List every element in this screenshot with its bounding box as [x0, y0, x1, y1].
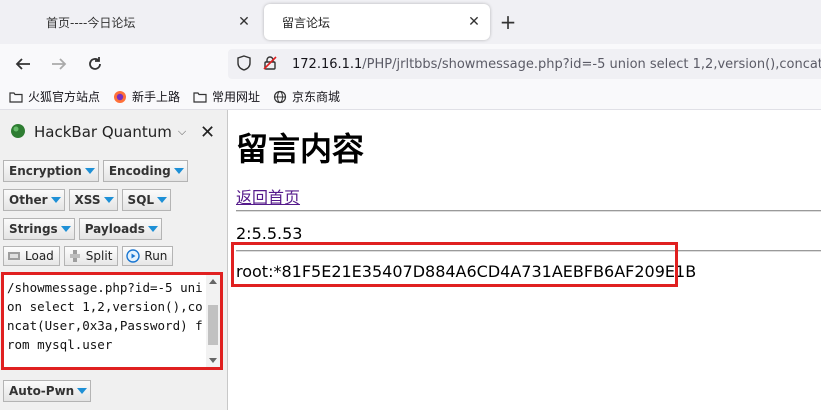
firefox-icon: [112, 89, 128, 105]
hackbar-title: HackBar Quantum: [34, 123, 172, 141]
textarea-scrollbar[interactable]: [206, 275, 220, 367]
split-button[interactable]: Split: [63, 246, 119, 266]
sql-menu[interactable]: SQL: [121, 189, 172, 211]
tab-strip: 首页----今日论坛 ✕ 留言论坛 ✕ +: [0, 0, 821, 44]
tab-home[interactable]: 首页----今日论坛 ✕: [4, 4, 260, 40]
menu-row: Auto-Pwn: [3, 380, 92, 402]
tool-row: Load Split Run: [3, 246, 174, 266]
tab-title: 首页----今日论坛: [46, 15, 136, 30]
dropdown-arrow-icon: [157, 197, 168, 203]
tab-title: 留言论坛: [282, 15, 331, 30]
menu-row: Strings Payloads: [3, 218, 162, 240]
url-host: 172.16.1.1: [292, 56, 363, 72]
result-line-version: 2:5.5.53: [236, 224, 303, 243]
tool-label: Run: [144, 249, 168, 263]
tab-message-board[interactable]: 留言论坛 ✕: [264, 4, 490, 40]
dropdown-arrow-icon: [173, 168, 184, 174]
page-content: 留言内容 返回首页 2:5.5.53 root:*81F5E21E35407D8…: [228, 110, 821, 410]
menu-label: Payloads: [84, 222, 145, 236]
run-icon: [126, 249, 141, 263]
bookmark-label: 新手上路: [132, 90, 181, 104]
auto-pwn-menu[interactable]: Auto-Pwn: [3, 380, 92, 402]
encoding-menu[interactable]: Encoding: [102, 160, 188, 182]
menu-label: XSS: [74, 193, 101, 207]
hackbar-sidebar: HackBar Quantum ⌵ ✕ Encryption Encoding …: [0, 110, 228, 410]
navigation-bar: 172.16.1.1/PHP/jrltbbs/showmessage.php?i…: [0, 44, 821, 84]
run-button[interactable]: Run: [122, 246, 174, 266]
new-tab-icon[interactable]: +: [496, 10, 520, 34]
back-home-link[interactable]: 返回首页: [236, 184, 300, 208]
close-icon[interactable]: ✕: [234, 12, 254, 32]
bookmark-item[interactable]: 火狐官方站点: [8, 88, 100, 105]
dropdown-arrow-icon: [77, 388, 88, 394]
folder-icon: [8, 89, 24, 105]
globe-icon: [272, 89, 288, 105]
dropdown-arrow-icon: [60, 226, 71, 232]
bookmark-label: 京东商城: [292, 90, 341, 104]
menu-label: Other: [9, 193, 48, 207]
encryption-menu[interactable]: Encryption: [3, 160, 99, 182]
load-button[interactable]: Load: [3, 246, 60, 266]
insecure-lock-icon[interactable]: [262, 55, 278, 74]
url-path: /PHP/jrltbbs/showmessage.php?id=-5 union…: [362, 56, 821, 72]
bookmarks-toolbar: 火狐官方站点 新手上路 常用网址 京东商城: [0, 84, 821, 110]
menu-label: Strings: [9, 222, 58, 236]
close-icon[interactable]: ✕: [464, 12, 484, 32]
menu-label: Encoding: [108, 164, 171, 178]
split-icon: [68, 249, 82, 263]
payloads-menu[interactable]: Payloads: [78, 218, 162, 240]
bookmark-item[interactable]: 新手上路: [112, 88, 180, 105]
tool-label: Load: [25, 249, 54, 263]
bookmark-item[interactable]: 常用网址: [192, 88, 260, 105]
address-bar[interactable]: 172.16.1.1/PHP/jrltbbs/showmessage.php?i…: [228, 49, 821, 79]
hackbar-logo-icon: [10, 123, 26, 142]
scrollbar-thumb[interactable]: [208, 305, 218, 345]
bookmark-label: 常用网址: [212, 90, 261, 104]
menu-row: Encryption Encoding: [3, 160, 188, 182]
xss-menu[interactable]: XSS: [68, 189, 118, 211]
menu-row: Other XSS SQL: [3, 189, 172, 211]
close-icon[interactable]: ✕: [200, 122, 215, 143]
load-icon: [7, 249, 21, 263]
shield-icon[interactable]: [236, 54, 252, 74]
highlight-box: [231, 242, 678, 287]
dropdown-arrow-icon: [103, 197, 114, 203]
divider: [236, 210, 821, 212]
forward-arrow-icon[interactable]: [46, 51, 72, 77]
scroll-down-icon[interactable]: [209, 358, 217, 363]
dropdown-arrow-icon: [147, 226, 158, 232]
back-arrow-icon[interactable]: [10, 51, 36, 77]
page-title: 留言内容: [236, 130, 365, 168]
hackbar-header[interactable]: HackBar Quantum ⌵: [0, 110, 227, 154]
strings-menu[interactable]: Strings: [3, 218, 75, 240]
tool-label: Split: [85, 249, 113, 263]
chevron-down-icon[interactable]: ⌵: [178, 125, 186, 139]
dropdown-arrow-icon: [84, 168, 95, 174]
folder-icon: [192, 89, 208, 105]
query-textarea[interactable]: /showmessage.php?id=-5 union select 1,2,…: [1, 272, 223, 370]
bookmark-label: 火狐官方站点: [28, 90, 101, 104]
menu-label: Encryption: [9, 164, 82, 178]
menu-label: Auto-Pwn: [9, 384, 75, 398]
menu-label: SQL: [127, 193, 155, 207]
scroll-up-icon[interactable]: [209, 279, 217, 284]
reload-icon[interactable]: [82, 51, 108, 77]
query-text: /showmessage.php?id=-5 union select 1,2,…: [7, 280, 203, 352]
bookmark-item[interactable]: 京东商城: [272, 88, 340, 105]
dropdown-arrow-icon: [50, 197, 61, 203]
url-text: 172.16.1.1/PHP/jrltbbs/showmessage.php?i…: [292, 57, 821, 72]
other-menu[interactable]: Other: [3, 189, 65, 211]
